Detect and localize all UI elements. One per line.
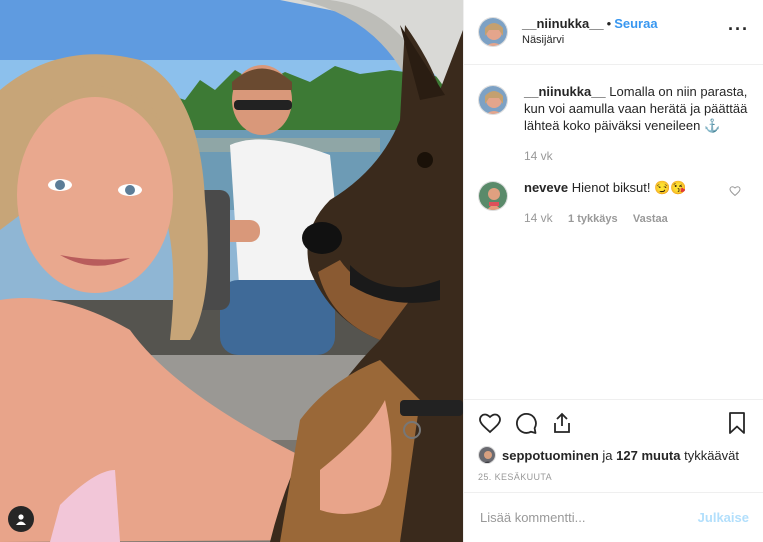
likes-others[interactable]: 127 muuta	[616, 448, 680, 463]
instagram-post: __niinukka__ • Seuraa Näsijärvi ··· __niin…	[0, 0, 763, 542]
comment-age[interactable]: 14 vk	[524, 211, 553, 225]
comments-section: __niinukka__ Lomalla on niin parasta, ku…	[464, 65, 763, 399]
likes-joiner: ja	[602, 447, 613, 463]
comment-body: neveve Hienot biksut! 😏😘 14 vk 1 tykkäys…	[524, 179, 686, 228]
more-options-icon[interactable]: ···	[728, 20, 749, 38]
caption: __niinukka__ Lomalla on niin parasta, ku…	[478, 83, 749, 165]
liker-avatar[interactable]	[478, 446, 496, 464]
caption-age[interactable]: 14 vk	[524, 149, 553, 163]
action-icons	[478, 410, 749, 436]
bookmark-icon[interactable]	[725, 411, 749, 435]
username-link[interactable]: __niinukka__	[522, 16, 604, 31]
follow-button[interactable]: Seuraa	[614, 16, 657, 31]
side-panel: __niinukka__ • Seuraa Näsijärvi ··· __niin…	[463, 0, 763, 542]
caption-meta: 14 vk	[524, 148, 749, 165]
location-link[interactable]: Näsijärvi	[522, 32, 658, 48]
post-button[interactable]: Julkaise	[698, 510, 749, 525]
post-photo[interactable]	[0, 0, 463, 542]
caption-username[interactable]: __niinukka__	[524, 84, 606, 99]
avatar[interactable]	[478, 85, 508, 115]
header-text: __niinukka__ • Seuraa Näsijärvi	[522, 16, 658, 48]
likes-suffix: tykkäävät	[684, 447, 740, 463]
post-header: __niinukka__ • Seuraa Näsijärvi ···	[464, 0, 763, 65]
avatar[interactable]	[478, 17, 508, 47]
comment-input[interactable]	[478, 509, 698, 526]
comment-meta: 14 vk 1 tykkäys Vastaa	[524, 210, 686, 228]
comment-item: neveve Hienot biksut! 😏😘 14 vk 1 tykkäys…	[478, 179, 749, 228]
comment-likes[interactable]: 1 tykkäys	[568, 213, 618, 225]
reply-button[interactable]: Vastaa	[633, 213, 668, 225]
post-date[interactable]: 25. KESÄKUUTA	[478, 472, 749, 482]
comment-text: Hienot biksut! 😏😘	[571, 180, 687, 195]
comment-username[interactable]: neveve	[524, 180, 568, 195]
add-comment-bar: Julkaise	[464, 492, 763, 542]
share-icon[interactable]	[550, 411, 574, 435]
likes-text: seppotuominen ja 127 muuta tykkäävät	[502, 448, 739, 463]
likes-row: seppotuominen ja 127 muuta tykkäävät	[478, 446, 749, 464]
heart-icon[interactable]	[478, 411, 502, 435]
comment-heart-icon[interactable]	[729, 184, 741, 202]
liker-username[interactable]: seppotuominen	[502, 448, 599, 463]
avatar[interactable]	[478, 181, 508, 211]
comment-icon[interactable]	[514, 411, 538, 435]
actions-section: seppotuominen ja 127 muuta tykkäävät 25.…	[464, 399, 763, 492]
user-tag-icon[interactable]	[8, 506, 34, 532]
caption-body: __niinukka__ Lomalla on niin parasta, ku…	[524, 83, 749, 165]
separator-dot: •	[606, 16, 612, 31]
photo-illustration	[0, 0, 463, 542]
